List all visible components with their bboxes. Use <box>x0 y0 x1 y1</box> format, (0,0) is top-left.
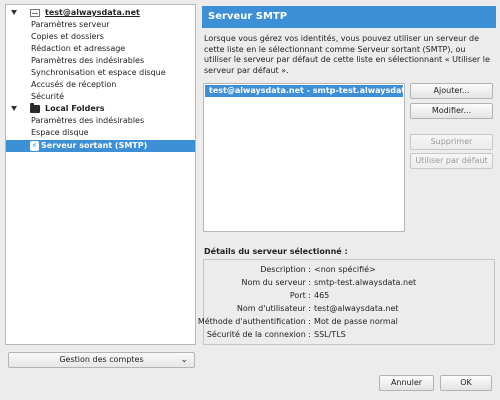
tree-item-label: Paramètres serveur <box>31 20 110 29</box>
detail-value: 465 <box>314 291 330 300</box>
delete-server-button[interactable]: Supprimer <box>410 134 493 150</box>
cancel-button[interactable]: Annuler <box>379 375 434 391</box>
mail-account-icon <box>30 9 40 17</box>
smtp-server-list[interactable]: test@alwaysdata.net - smtp-test.alwaysda… <box>203 83 405 232</box>
detail-key: Nom du serveur : <box>241 278 311 287</box>
detail-key: Nom d'utilisateur : <box>236 304 311 313</box>
tree-item-receipts[interactable]: Accusés de réception <box>6 79 195 91</box>
server-details-box: Description : <non spécifié> Nom du serve… <box>198 259 495 345</box>
set-default-button[interactable]: Utiliser par défaut <box>410 153 493 169</box>
detail-value: smtp-test.alwaysdata.net <box>314 278 417 287</box>
detail-key: Description : <box>260 265 311 274</box>
tree-item-copies-folders[interactable]: Copies et dossiers <box>6 31 195 43</box>
smtp-description: Lorsque vous gérez vos identités, vous p… <box>204 34 490 75</box>
tree-item-label: Serveur sortant (SMTP) <box>41 141 148 150</box>
detail-row: Description : <non spécifié> <box>204 263 494 276</box>
tree-account-row[interactable]: test@alwaysdata.net <box>6 7 195 19</box>
smtp-icon: ⚡ <box>30 141 39 151</box>
modify-server-button[interactable]: Modifier... <box>410 103 493 119</box>
local-folders-name: Local Folders <box>45 104 105 113</box>
tree-local-folders-row[interactable]: Local Folders <box>6 103 195 115</box>
expander-icon[interactable] <box>11 10 17 15</box>
expander-icon[interactable] <box>11 106 17 111</box>
tree-item-label: Accusés de réception <box>31 80 117 89</box>
detail-row: Sécurité de la connexion : SSL/TLS <box>204 328 494 341</box>
detail-value: SSL/TLS <box>314 330 346 339</box>
tree-item-label: Synchronisation et espace disque <box>31 68 166 77</box>
chevron-down-icon: ⌄ <box>180 355 188 365</box>
page-title: Serveur SMTP <box>202 6 496 28</box>
detail-value: <non spécifié> <box>314 265 376 274</box>
detail-row: Méthode d'authentification : Mot de passe… <box>198 315 494 328</box>
tree-item-label: Sécurité <box>31 92 65 101</box>
tree-item-disk-space[interactable]: Espace disque <box>6 127 195 139</box>
detail-row: Nom d'utilisateur : test@alwaysdata.net <box>204 302 494 315</box>
tree-item-sync-disk[interactable]: Synchronisation et espace disque <box>6 67 195 79</box>
tree-item-label: Espace disque <box>31 128 89 137</box>
account-tree: test@alwaysdata.net Paramètres serveur C… <box>5 4 196 345</box>
tree-item-local-junk[interactable]: Paramètres des indésirables <box>6 115 195 127</box>
detail-row: Port :465 <box>204 289 494 302</box>
smtp-server-row[interactable]: test@alwaysdata.net - smtp-test.alwaysda… <box>205 85 403 97</box>
add-server-button[interactable]: Ajouter... <box>410 83 493 99</box>
manage-accounts-button[interactable]: Gestion des comptes ⌄ <box>8 352 195 368</box>
manage-accounts-label: Gestion des comptes <box>59 355 144 364</box>
ok-button[interactable]: OK <box>440 375 492 391</box>
detail-key: Port : <box>289 291 311 300</box>
tree-item-composition[interactable]: Rédaction et adressage <box>6 43 195 55</box>
tree-item-smtp[interactable]: ⚡ Serveur sortant (SMTP) <box>6 140 195 152</box>
details-title: Détails du serveur sélectionné : <box>204 247 348 256</box>
detail-key: Méthode d'authentification : <box>197 317 311 326</box>
tree-item-security[interactable]: Sécurité <box>6 91 195 103</box>
detail-value: Mot de passe normal <box>314 317 398 326</box>
detail-key: Sécurité de la connexion : <box>206 330 311 339</box>
tree-item-label: Copies et dossiers <box>31 32 104 41</box>
tree-item-label: Paramètres des indésirables <box>31 116 145 125</box>
detail-row: Nom du serveur : smtp-test.alwaysdata.net <box>204 276 494 289</box>
account-name: test@alwaysdata.net <box>45 8 140 17</box>
tree-item-label: Rédaction et adressage <box>31 44 126 53</box>
folder-icon <box>30 103 40 113</box>
tree-item-server-settings[interactable]: Paramètres serveur <box>6 19 195 31</box>
detail-value: test@alwaysdata.net <box>314 304 399 313</box>
tree-item-junk-settings[interactable]: Paramètres des indésirables <box>6 55 195 67</box>
tree-item-label: Paramètres des indésirables <box>31 56 145 65</box>
